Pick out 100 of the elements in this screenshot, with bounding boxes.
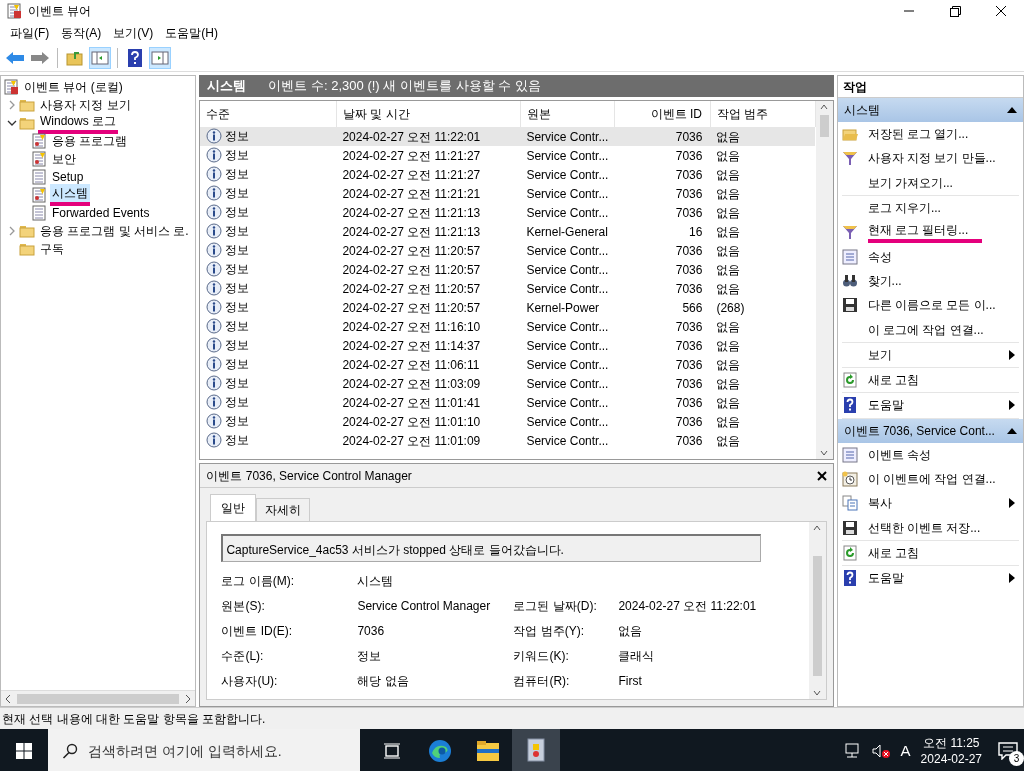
table-row[interactable]: 정보 2024-02-27 오전 11:20:57 Service Contr... 7036 없음 [200,260,816,279]
scrollbar-thumb[interactable] [819,115,829,137]
menu-item[interactable]: 도움말(H) [159,22,224,44]
folder-icon [19,241,35,257]
table-row[interactable]: 정보 2024-02-27 오전 11:21:13 Service Contr... 7036 없음 [200,203,816,222]
folder-icon [841,126,858,143]
table-row[interactable]: 정보 2024-02-27 오전 11:21:13 Kernel-General 16 없음 [200,222,816,241]
tree-item[interactable]: 응용 프로그램 및 서비스 로. [38,222,191,240]
network-icon[interactable] [842,743,861,759]
action-item[interactable]: 사용자 지정 보기 만들... [867,149,1019,168]
windows-start-icon[interactable] [16,743,32,759]
vertical-scrollbar[interactable] [815,101,833,459]
help-icon[interactable] [127,48,143,67]
close-icon[interactable] [816,470,827,481]
submenu-arrow-icon[interactable] [1009,349,1015,360]
table-row[interactable]: 정보 2024-02-27 오전 11:14:37 Service Contr... 7036 없음 [200,336,816,355]
action-item[interactable]: 도움말 [867,569,1009,588]
table-row[interactable]: 정보 2024-02-27 오전 11:22:01 Service Contr... 7036 없음 [200,127,816,146]
table-cell-text: 7036 [674,261,704,279]
pane-icon[interactable] [151,49,169,66]
tree-item[interactable]: 사용자 지정 보기 [38,96,133,114]
action-item[interactable]: 도움말 [867,396,1009,415]
folder-icon[interactable] [476,740,500,762]
table-cell-text: 2024-02-27 오전 11:16:10 [341,318,482,336]
section-header[interactable]: 시스템 [837,98,1023,122]
search-field[interactable]: 검색하려면 여기에 입력하세요. [48,729,360,771]
info-icon [206,279,223,296]
tree-item[interactable]: Setup [50,168,86,186]
table-row[interactable]: 정보 2024-02-27 오전 11:16:10 Service Contr... 7036 없음 [200,317,816,336]
tab[interactable]: 일반 [210,494,257,521]
back-arrow-icon[interactable] [5,49,25,66]
copy-icon [841,495,858,512]
action-item[interactable]: 속성 [867,247,1019,266]
notification-icon[interactable] [998,742,1018,761]
vertical-scrollbar[interactable] [808,522,826,699]
action-item[interactable]: 복사 [867,494,1009,513]
collapse-arrow-icon[interactable] [1007,427,1017,434]
task-view-icon[interactable] [383,743,401,759]
action-item[interactable]: 현재 로그 필터링... [867,221,983,244]
tree-item[interactable]: 시스템 [50,184,90,206]
info-icon [206,412,223,429]
table-row[interactable]: 정보 2024-02-27 오전 11:01:41 Service Contr... 7036 없음 [200,393,816,412]
forward-arrow-icon[interactable] [30,49,50,66]
action-item[interactable]: 찾기... [867,271,1019,290]
input-method-indicator[interactable]: A [900,739,911,763]
action-item[interactable]: 이 로그에 작업 연결... [867,320,1019,339]
volume-muted-icon[interactable] [870,743,891,759]
field-value: 없음 [618,623,644,640]
action-item[interactable]: 보기 가져오기... [867,173,1019,192]
table-cell-text: Service Contr... [525,185,610,203]
tab[interactable]: 자세히 [256,498,311,521]
tree-item[interactable]: 보안 [50,150,78,168]
scrollbar-thumb[interactable] [812,556,822,676]
tree-item[interactable]: 구독 [38,240,66,258]
horizontal-scrollbar[interactable] [1,690,196,706]
section-header[interactable]: 이벤트 7036, Service Cont... [837,418,1023,443]
scrollbar-thumb[interactable] [17,693,180,704]
event-log-icon[interactable] [526,738,546,762]
table-cell-text: 2024-02-27 오전 11:01:09 [341,432,482,450]
table-row[interactable]: 정보 2024-02-27 오전 11:01:09 Service Contr... 7036 없음 [200,431,816,450]
table-row[interactable]: 정보 2024-02-27 오전 11:06:11 Service Contr... 7036 없음 [200,355,816,374]
table-row[interactable]: 정보 2024-02-27 오전 11:20:57 Service Contr... 7036 없음 [200,279,816,298]
table-cell: 정보 [225,129,250,142]
close-icon[interactable] [994,5,1008,17]
clock-date[interactable]: 2024-02-27 [920,751,982,767]
menu-item[interactable]: 동작(A) [55,22,108,44]
collapse-arrow-icon[interactable] [1007,107,1017,113]
table-cell-text: Kernel-General [525,223,609,241]
tree-item[interactable]: 응용 프로그램 [50,132,130,150]
info-icon [206,146,223,163]
table-row[interactable]: 정보 2024-02-27 오전 11:20:57 Service Contr... 7036 없음 [200,241,816,260]
maximize-icon[interactable] [948,5,962,17]
table-row[interactable]: 정보 2024-02-27 오전 11:03:09 Service Contr... 7036 없음 [200,374,816,393]
submenu-arrow-icon[interactable] [1009,498,1015,509]
table-row[interactable]: 정보 2024-02-27 오전 11:01:10 Service Contr... 7036 없음 [200,412,816,431]
submenu-arrow-icon[interactable] [1009,400,1015,411]
table-cell-text: 16 [688,223,704,241]
action-item[interactable]: 로그 지우기... [867,199,1019,218]
action-item[interactable]: 이벤트 속성 [867,445,1019,464]
table-row[interactable]: 정보 2024-02-27 오전 11:21:21 Service Contr... 7036 없음 [200,184,816,203]
action-item[interactable]: 새로 고침 [867,371,1019,390]
action-item[interactable]: 이 이벤트에 작업 연결... [867,470,1019,488]
tree-item[interactable]: Forwarded Events [50,204,152,222]
table-cell-text: Service Contr... [525,204,610,222]
submenu-arrow-icon[interactable] [1009,573,1015,584]
tree-item[interactable]: 이벤트 뷰어 (로컬) [22,78,125,96]
menu-item[interactable]: 파일(F) [4,22,56,44]
table-row[interactable]: 정보 2024-02-27 오전 11:20:57 Kernel-Power 566 (268) [200,298,816,317]
menu-item[interactable]: 보기(V) [107,22,160,44]
action-item[interactable]: 저장된 로그 열기... [867,125,1019,144]
table-row[interactable]: 정보 2024-02-27 오전 11:21:27 Service Contr... 7036 없음 [200,146,816,165]
detail-title: 이벤트 7036, Service Control Manager [206,467,412,485]
action-item[interactable]: 선택한 이벤트 저장... [867,518,1019,537]
table-row[interactable]: 정보 2024-02-27 오전 11:21:27 Service Contr... 7036 없음 [200,165,816,184]
pane-icon[interactable] [91,49,109,66]
action-item[interactable]: 새로 고침 [867,543,1019,562]
action-item[interactable]: 보기 [867,345,1009,364]
browser-icon[interactable] [428,739,452,763]
clock-time[interactable]: 오전 11:25 [920,735,982,751]
action-item[interactable]: 다른 이름으로 모든 이... [867,296,1019,315]
